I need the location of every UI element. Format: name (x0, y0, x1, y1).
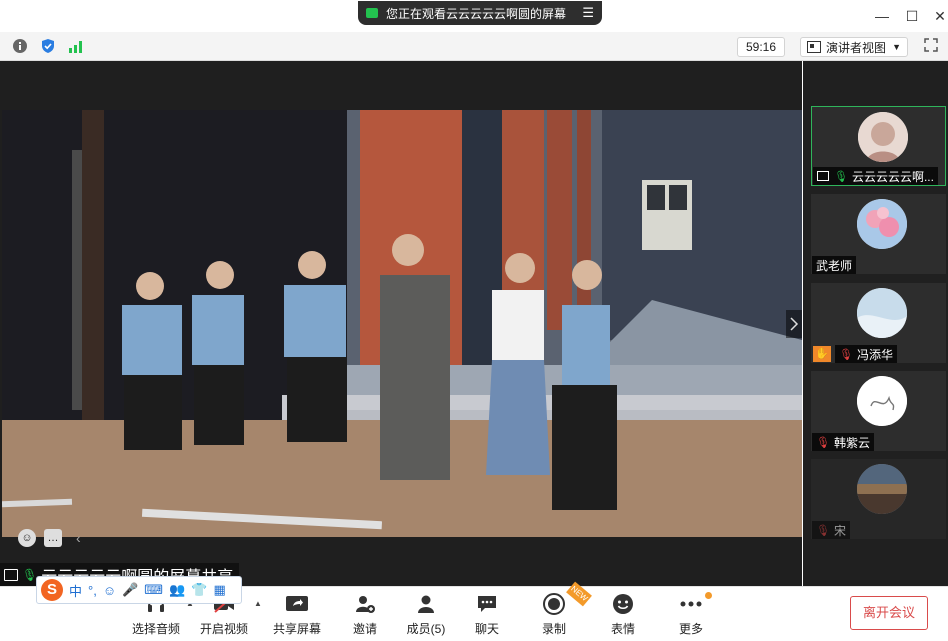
shared-video-frame (2, 110, 802, 537)
participant-name-tag: 武老师 (812, 256, 857, 274)
shield-icon[interactable] (40, 38, 56, 54)
sharing-banner-text: 您正在观看云云云云云啊圆的屏幕 (386, 6, 567, 21)
view-mode-dropdown[interactable]: 演讲者视图 ▼ (800, 37, 908, 57)
participant-tile[interactable]: 🎙 宋 (811, 459, 946, 539)
emoji-icon (613, 594, 633, 614)
chat-icon (478, 596, 496, 612)
members-button[interactable]: 成员(5) (394, 593, 458, 639)
more-dots-icon (680, 601, 702, 607)
participant-name: 云云云云云啊... (851, 169, 934, 184)
select-audio-label: 选择音频 (131, 622, 180, 636)
share-screen-label: 共享屏幕 (272, 622, 321, 636)
speaker-view-icon (807, 41, 821, 53)
avatar (858, 112, 908, 162)
ime-punctuation[interactable]: °, (88, 583, 97, 598)
avatar (857, 288, 907, 338)
reactions-label: 表情 (610, 622, 635, 636)
input-method-toolbar[interactable]: S 中 °, ☺ 🎤 ⌨ 👥 👕 ▦ (36, 576, 242, 604)
avatar (857, 464, 907, 514)
participant-name-tag: 🎙 韩紫云 (812, 433, 874, 451)
mic-on-icon: 🎙 (22, 568, 38, 582)
ime-chinese-mode[interactable]: 中 (69, 581, 82, 600)
share-screen-icon (286, 596, 308, 611)
ime-emoji-icon[interactable]: ☺ (103, 583, 116, 598)
add-user-icon (356, 596, 375, 613)
sogou-logo[interactable]: S (41, 579, 63, 601)
record-icon (543, 593, 565, 615)
participant-tile[interactable]: ✋ 🎙 冯添华 (811, 283, 946, 363)
share-screen-button[interactable]: 共享屏幕 (265, 593, 329, 639)
chat-bubble-icon[interactable]: … (44, 529, 62, 547)
meeting-timer: 59:16 (737, 37, 785, 57)
minimize-icon[interactable]: — (870, 6, 894, 26)
meeting-info-bar: 59:16 演讲者视图 ▼ (0, 32, 948, 61)
screen-share-icon (4, 569, 18, 581)
participant-name: 宋 (833, 523, 846, 538)
next-page-arrow[interactable] (786, 310, 802, 338)
fullscreen-icon[interactable] (924, 38, 938, 52)
participant-name-tag: 🎙 云云云云云啊... (813, 167, 938, 185)
participant-tile[interactable]: 武老师 (811, 194, 946, 274)
start-video-label: 开启视频 (199, 622, 248, 636)
participant-name: 冯添华 (856, 347, 893, 362)
participant-name: 武老师 (816, 258, 853, 273)
participant-tile[interactable]: 🎙 韩紫云 (811, 371, 946, 451)
menu-icon[interactable]: ☰ (582, 5, 594, 21)
screen-share-icon (817, 171, 829, 181)
ime-keyboard-icon[interactable]: ⌨ (144, 582, 163, 598)
close-icon[interactable]: ✕ (928, 6, 948, 26)
notification-dot (705, 592, 712, 599)
view-mode-label: 演讲者视图 (826, 40, 887, 55)
participant-name-tag: 🎙 宋 (812, 521, 850, 539)
ime-toolbox-icon[interactable]: ▦ (213, 582, 225, 598)
stage-annotation-tools: ☺ … ‹ (18, 525, 98, 551)
mic-on-icon: 🎙 (834, 170, 848, 183)
info-icon[interactable] (12, 38, 28, 54)
avatar (857, 376, 907, 426)
raise-hand-icon: ✋ (813, 346, 831, 362)
participant-name-tag: 🎙 冯添华 (835, 345, 897, 363)
signal-icon[interactable] (68, 38, 84, 54)
mic-muted-icon: 🎙 (816, 436, 830, 449)
mic-muted-icon: 🎙 (839, 348, 853, 361)
ime-user-icon[interactable]: 👥 (169, 582, 185, 598)
chat-button[interactable]: 聊天 (455, 593, 519, 639)
leave-meeting-button[interactable]: 离开会议 (850, 596, 928, 630)
more-label: 更多 (678, 622, 703, 636)
sharing-banner[interactable]: 您正在观看云云云云云啊圆的屏幕 ☰ (358, 1, 602, 25)
chevron-left-icon[interactable]: ‹ (76, 530, 81, 546)
avatar (857, 199, 907, 249)
mic-muted-icon: 🎙 (816, 524, 830, 537)
participant-name: 韩紫云 (833, 435, 870, 450)
participant-gallery: 🎙 云云云云云啊... 武老师 ✋ 🎙 冯添华 🎙 韩紫云 🎙 宋 (803, 61, 948, 586)
shared-screen-stage: ☺ … ‹ 🎙 云云云云云啊圆的屏幕共享 (0, 61, 802, 587)
chat-label: 聊天 (474, 622, 499, 636)
invite-label: 邀请 (352, 622, 377, 636)
video-options-caret[interactable]: ▲ (254, 599, 262, 608)
title-bar: 您正在观看云云云云云啊圆的屏幕 ☰ — ☐ ✕ (0, 0, 948, 32)
maximize-icon[interactable]: ☐ (900, 6, 924, 26)
reactions-button[interactable]: 表情 (591, 593, 655, 639)
stage-performance-image (2, 110, 802, 537)
share-status-icon (366, 8, 378, 18)
members-label: 成员(5) (406, 622, 446, 636)
members-icon (418, 595, 434, 613)
ime-voice-icon[interactable]: 🎤 (122, 582, 138, 598)
invite-button[interactable]: 邀请 (333, 593, 397, 639)
participant-tile[interactable]: 🎙 云云云云云啊... (811, 106, 946, 186)
chevron-down-icon: ▼ (892, 42, 901, 52)
record-label: 录制 (541, 622, 566, 636)
more-button[interactable]: 更多 (659, 593, 723, 639)
reaction-icon[interactable]: ☺ (18, 529, 36, 547)
ime-skin-icon[interactable]: 👕 (191, 582, 207, 598)
